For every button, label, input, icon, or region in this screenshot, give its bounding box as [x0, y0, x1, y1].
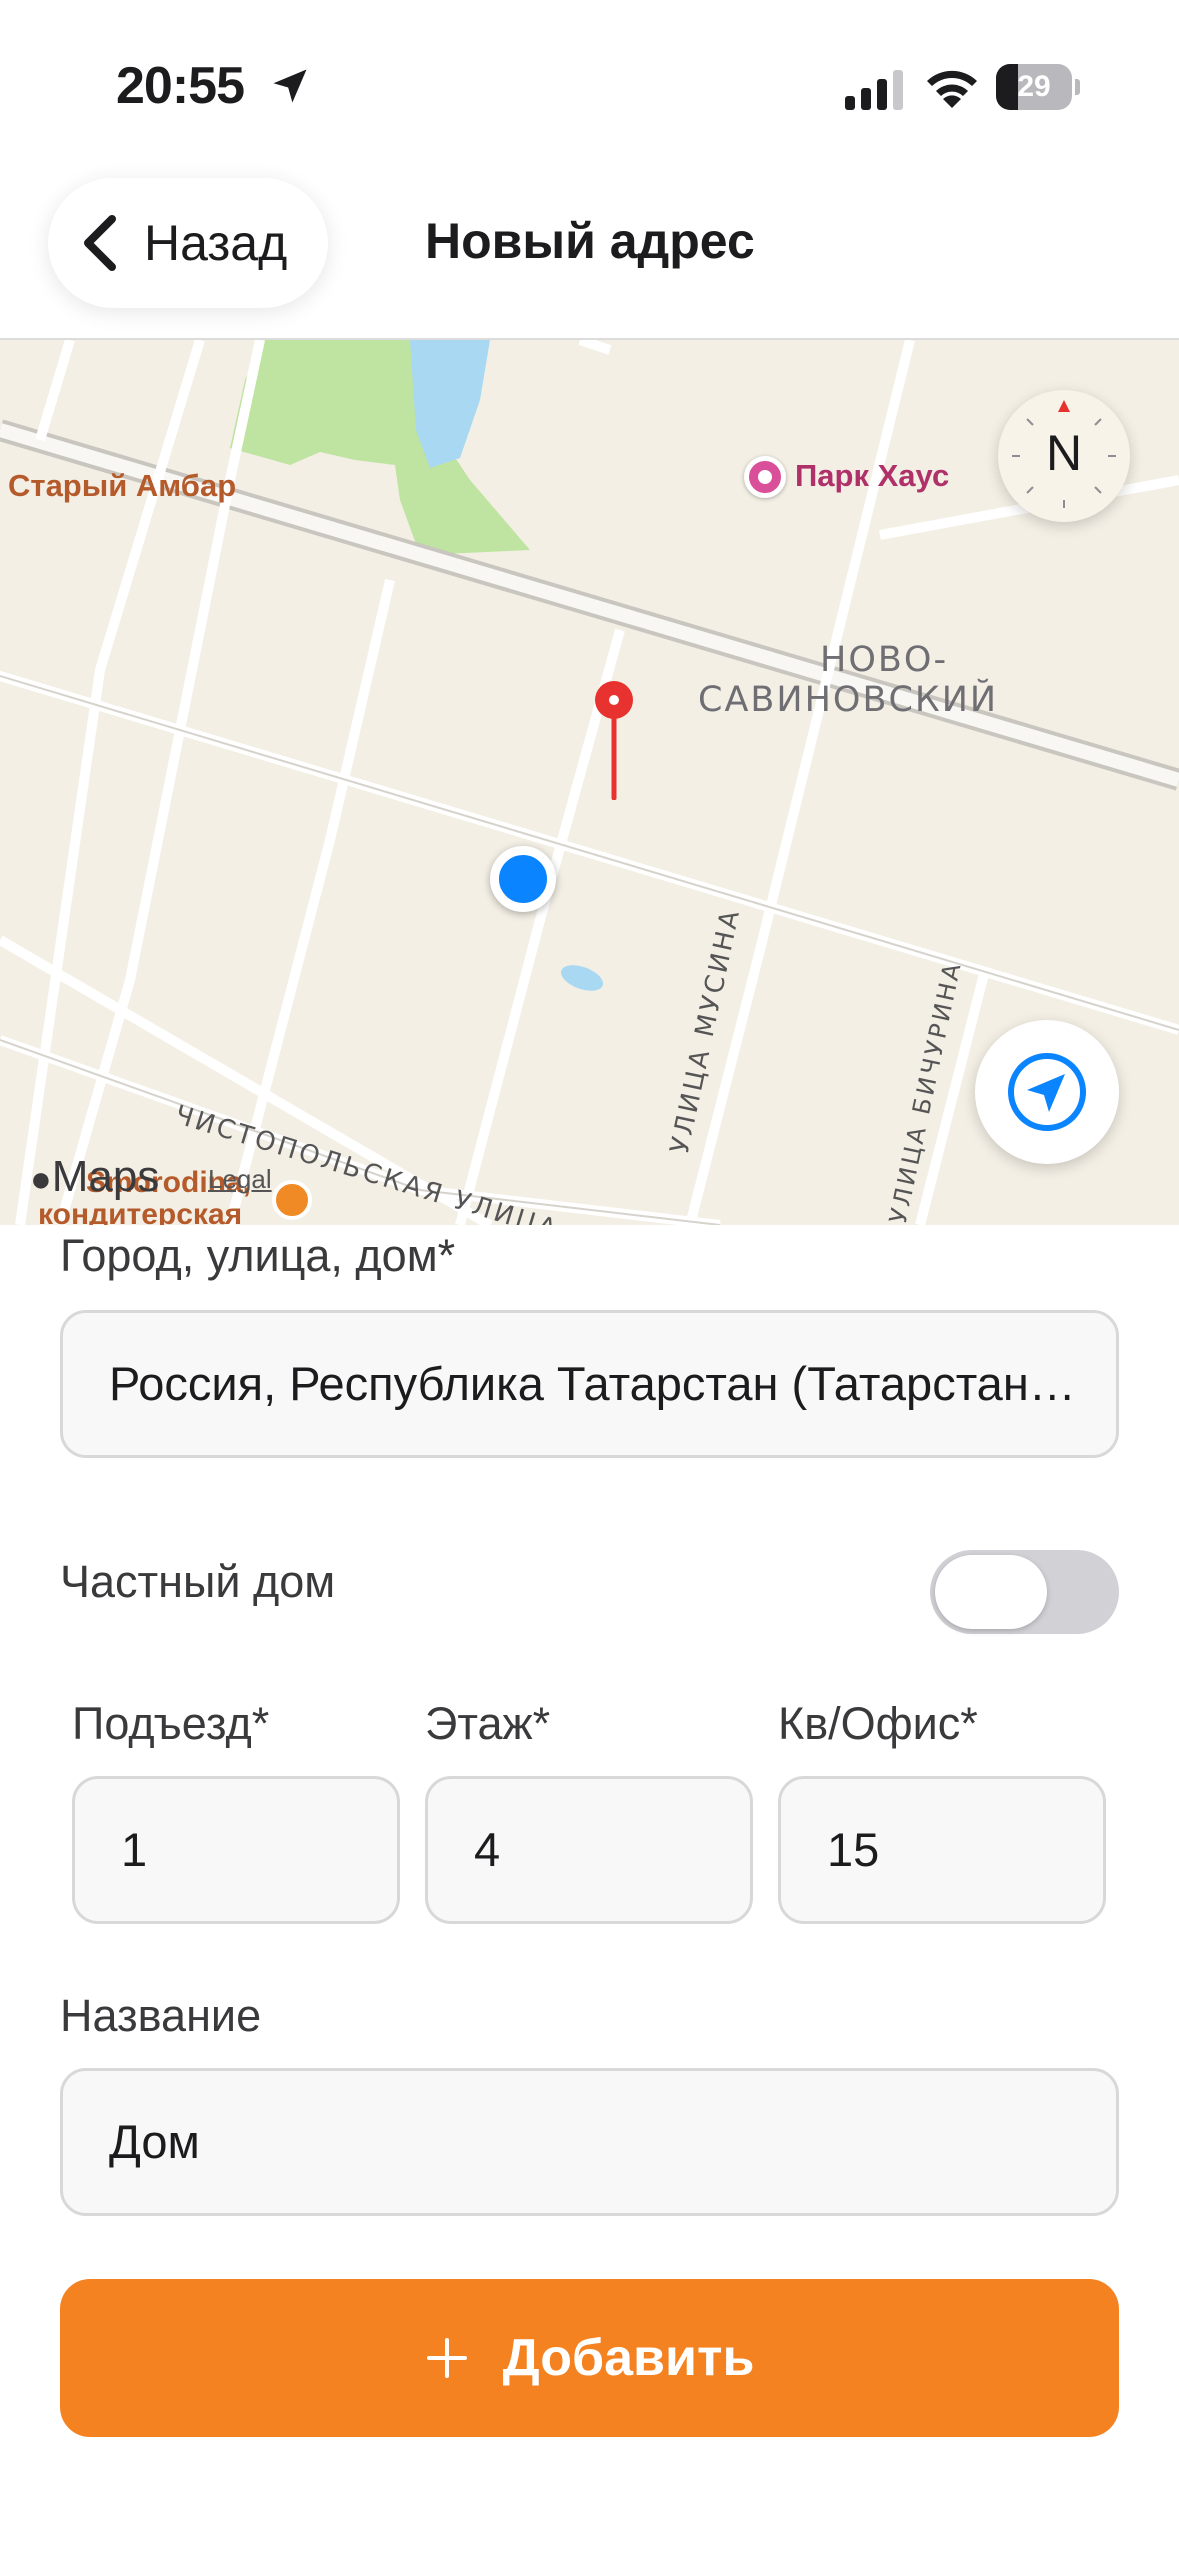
- chevron-left-icon: [84, 215, 116, 271]
- apple-logo-icon: ●: [30, 1158, 52, 1199]
- toggle-knob: [935, 1555, 1047, 1629]
- name-field[interactable]: Дом: [60, 2068, 1119, 2216]
- shop-poi-icon[interactable]: [272, 1180, 312, 1220]
- locate-me-button[interactable]: [975, 1020, 1119, 1164]
- location-arrow-icon: [273, 69, 307, 103]
- wifi-icon: [927, 70, 977, 108]
- new-address-screen: 20:55 29 Назад Новый адрес Старый Амбар …: [0, 0, 1179, 2556]
- map-label-place: Старый Амбар: [8, 468, 237, 503]
- page-title: Новый адрес: [425, 213, 755, 269]
- floor-field[interactable]: 4: [425, 1776, 753, 1924]
- map-label-shop-type: кондитерская: [38, 1198, 243, 1225]
- compass-button[interactable]: N: [998, 390, 1130, 522]
- map-label-district: НОВО- САВИНОВСКИЙ: [698, 640, 998, 720]
- status-bar: 20:55 29: [0, 0, 1179, 160]
- entrance-field[interactable]: 1: [72, 1776, 400, 1924]
- district-line-1: НОВО-: [820, 640, 949, 680]
- entrance-label: Подъезд*: [72, 1698, 270, 1749]
- back-button-label: Назад: [144, 215, 288, 271]
- add-button-label: Добавить: [502, 2329, 755, 2387]
- name-label: Название: [60, 1990, 262, 2041]
- map-view[interactable]: Старый Амбар Парк Хаус НОВО- САВИНОВСКИЙ…: [0, 340, 1179, 1225]
- plus-icon: [426, 2338, 467, 2378]
- address-field[interactable]: Россия, Республика Татарстан (Татарстан)…: [60, 1310, 1119, 1458]
- add-button[interactable]: Добавить: [60, 2279, 1119, 2437]
- apartment-field[interactable]: 15: [778, 1776, 1106, 1924]
- location-arrow-icon: [1008, 1053, 1086, 1131]
- poi-marker-icon[interactable]: [744, 456, 786, 498]
- maps-attribution: ●Maps: [30, 1152, 160, 1201]
- private-house-toggle[interactable]: [930, 1550, 1119, 1634]
- floor-label: Этаж*: [425, 1698, 551, 1749]
- status-time: 20:55: [116, 57, 245, 115]
- battery-indicator: 29: [996, 64, 1080, 110]
- private-house-label: Частный дом: [60, 1556, 336, 1607]
- map-pin-icon: [595, 681, 633, 800]
- cellular-signal-icon: [845, 70, 903, 110]
- battery-percent: 29: [1017, 70, 1051, 103]
- back-button[interactable]: Назад: [48, 178, 328, 308]
- legal-link[interactable]: Legal: [208, 1164, 272, 1195]
- navigation-header: Назад Новый адрес: [0, 160, 1179, 340]
- district-line-2: САВИНОВСКИЙ: [698, 680, 999, 720]
- compass-letter: N: [1045, 425, 1083, 481]
- user-location-dot: [490, 846, 556, 912]
- map-label-poi[interactable]: Парк Хаус: [795, 458, 949, 494]
- address-label: Город, улица, дом*: [60, 1230, 456, 1281]
- apartment-label: Кв/Офис*: [778, 1698, 978, 1749]
